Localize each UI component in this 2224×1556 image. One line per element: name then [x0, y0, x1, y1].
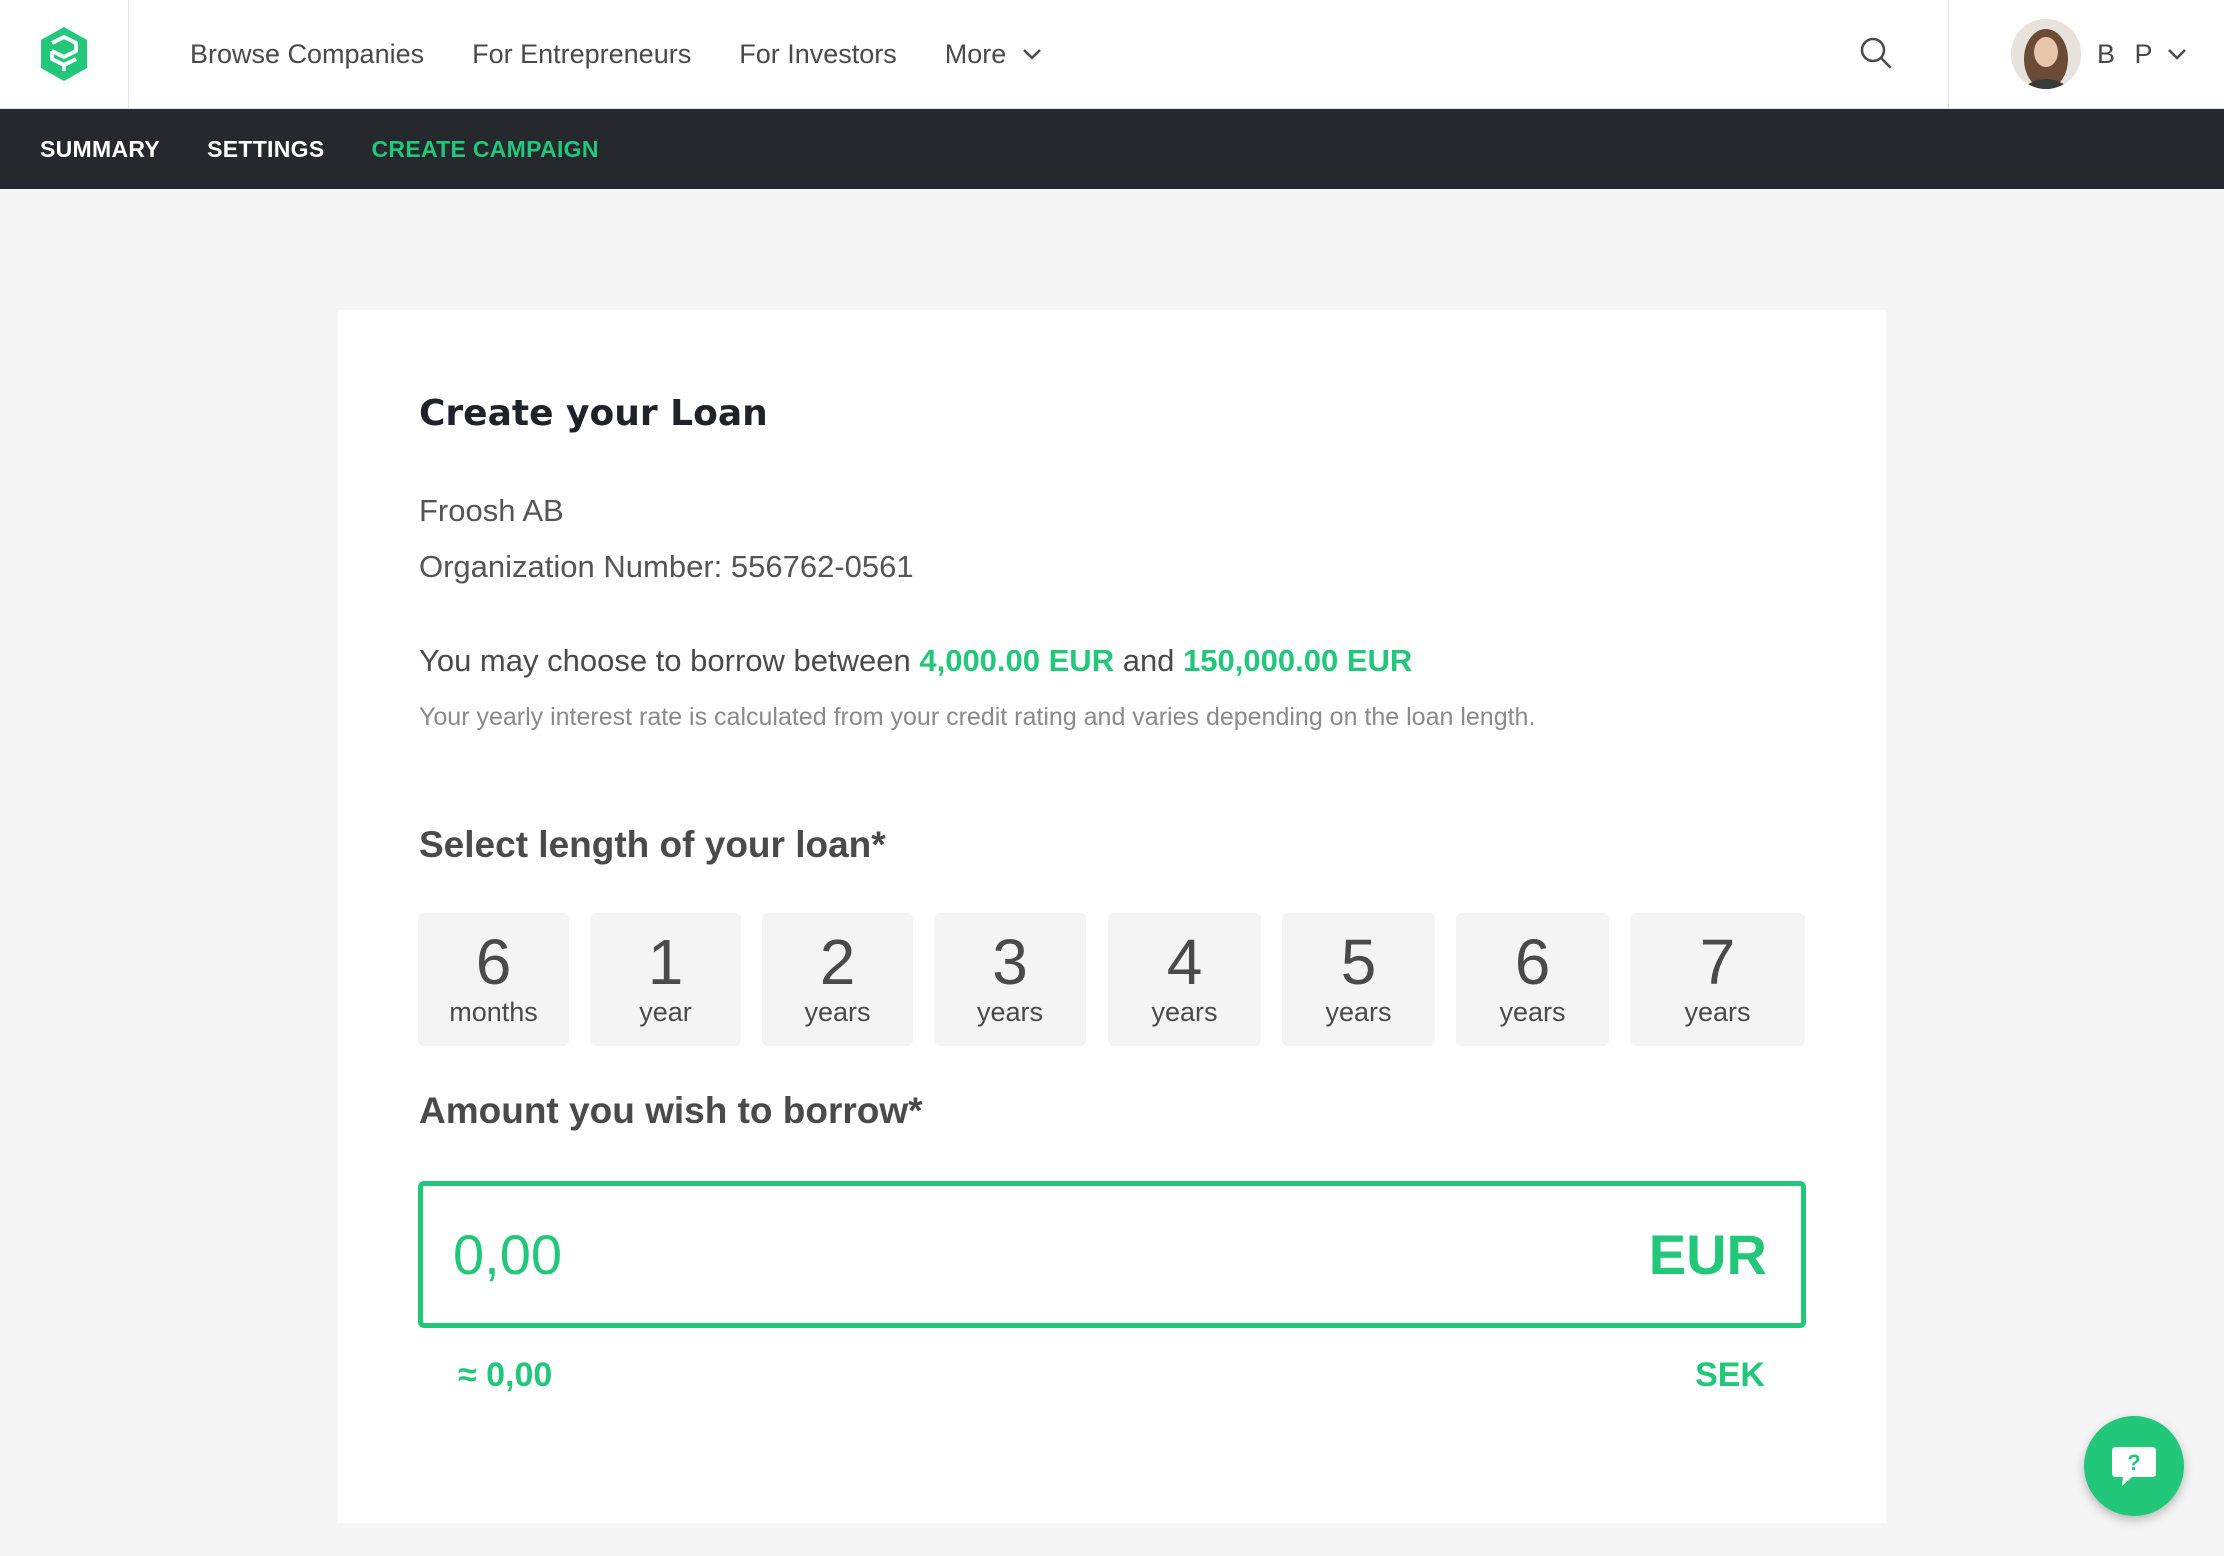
- length-unit: years: [1151, 996, 1218, 1027]
- length-option-3-years[interactable]: 3 years: [934, 913, 1086, 1046]
- length-unit: years: [804, 996, 871, 1027]
- min-amount: 4,000.00 EUR: [919, 643, 1115, 678]
- length-unit: years: [976, 996, 1044, 1027]
- interest-rate-note: Your yearly interest rate is calculated …: [419, 703, 1536, 731]
- length-option-4-years[interactable]: 4 years: [1108, 913, 1261, 1046]
- chevron-down-icon: [1023, 49, 1042, 60]
- borrow-prefix: You may choose to borrow between: [419, 643, 911, 678]
- brand-logo-icon[interactable]: [39, 25, 89, 83]
- length-option-7-years[interactable]: 7 years: [1630, 913, 1805, 1046]
- nav-browse-companies[interactable]: Browse Companies: [190, 39, 424, 70]
- borrow-and: and: [1122, 643, 1175, 678]
- main-nav: Browse Companies For Entrepreneurs For I…: [190, 0, 1090, 108]
- length-unit: months: [449, 996, 538, 1027]
- tab-summary[interactable]: SUMMARY: [40, 136, 160, 163]
- length-number: 4: [1166, 925, 1203, 998]
- nav-more-label: More: [944, 38, 1007, 69]
- length-option-2-years[interactable]: 2 years: [762, 913, 913, 1046]
- length-number: 7: [1699, 925, 1736, 998]
- top-header: Browse Companies For Entrepreneurs For I…: [0, 0, 2224, 109]
- length-number: 6: [1514, 925, 1551, 998]
- amount-input[interactable]: 0,00 EUR: [418, 1181, 1806, 1328]
- amount-value[interactable]: 0,00: [453, 1222, 562, 1287]
- search-icon: [1860, 37, 1892, 69]
- borrow-range-text: You may choose to borrow between 4,000.0…: [419, 643, 1412, 679]
- length-number: 6: [475, 925, 512, 998]
- amount-title: Amount you wish to borrow*: [419, 1090, 923, 1131]
- chevron-down-icon: [2167, 49, 2186, 60]
- amount-currency: EUR: [1648, 1223, 1767, 1286]
- user-menu[interactable]: B P: [1948, 0, 2224, 108]
- length-unit: years: [1499, 996, 1566, 1027]
- length-number: 1: [647, 925, 684, 998]
- tab-create-campaign[interactable]: CREATE CAMPAIGN: [372, 136, 599, 163]
- length-unit: years: [1684, 996, 1751, 1027]
- search-button[interactable]: [1853, 30, 1899, 76]
- company-name: Froosh AB: [419, 493, 564, 528]
- nav-for-investors[interactable]: For Investors: [739, 39, 897, 70]
- tab-settings[interactable]: SETTINGS: [207, 136, 324, 163]
- length-number: 3: [992, 925, 1028, 998]
- organization-number: Organization Number: 556762-0561: [419, 549, 914, 584]
- length-number: 2: [819, 925, 856, 998]
- length-number: 5: [1340, 925, 1377, 998]
- help-glyph: ?: [2127, 1450, 2140, 1475]
- nav-for-entrepreneurs[interactable]: For Entrepreneurs: [472, 39, 691, 70]
- max-amount: 150,000.00 EUR: [1183, 643, 1413, 678]
- page-title: Create your Loan: [419, 393, 768, 434]
- loan-length-title: Select length of your loan*: [419, 824, 886, 865]
- length-unit: years: [1325, 996, 1392, 1027]
- length-option-5-years[interactable]: 5 years: [1282, 913, 1435, 1046]
- logo[interactable]: [0, 0, 129, 108]
- user-initials: B P: [2097, 38, 2159, 69]
- create-loan-card: Create your Loan Froosh AB Organization …: [338, 310, 1886, 1523]
- length-option-1-year[interactable]: 1 year: [590, 913, 741, 1046]
- converted-amount: ≈ 0,00: [458, 1356, 553, 1394]
- length-option-6-years[interactable]: 6 years: [1456, 913, 1609, 1046]
- user-avatar: [2011, 19, 2081, 89]
- company-subnav: SUMMARY SETTINGS CREATE CAMPAIGN: [0, 109, 2224, 189]
- nav-more-dropdown[interactable]: More: [945, 39, 1043, 70]
- length-unit: year: [639, 996, 692, 1027]
- converted-currency: SEK: [1695, 1356, 1765, 1394]
- help-chat-icon: ?: [2112, 1447, 2156, 1486]
- help-chat-button[interactable]: ?: [2084, 1416, 2184, 1516]
- length-option-6-months[interactable]: 6 months: [418, 913, 569, 1046]
